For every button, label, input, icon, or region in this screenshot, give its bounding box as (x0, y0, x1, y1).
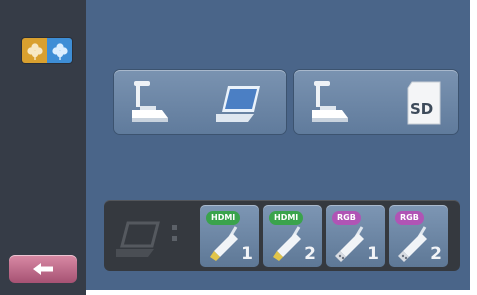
port-number: 1 (367, 244, 379, 264)
arrow-left-icon (33, 263, 53, 275)
laptop-icon (216, 86, 260, 122)
clover-icon (22, 38, 47, 63)
vga-plug-icon (335, 226, 364, 262)
port-number: 2 (304, 244, 316, 264)
camera-to-sd-button[interactable]: SD (294, 70, 458, 134)
sidebar (0, 0, 86, 295)
port-number: 2 (430, 244, 442, 264)
connector-dots (172, 225, 178, 247)
app-screen: SD HDMI 1 HDMI 2 RGB 1 RGB 2 (0, 0, 477, 295)
document-camera-icon (132, 81, 168, 122)
port-number: 1 (241, 244, 253, 264)
back-button[interactable] (9, 255, 77, 283)
hdmi-plug-icon (273, 226, 301, 261)
sd-card-label: SD (410, 100, 434, 118)
hdmi-plug-icon (210, 226, 238, 261)
camera-to-pc-button[interactable] (114, 70, 286, 134)
input-rgb-2-button[interactable]: RGB 2 (389, 205, 448, 267)
input-hdmi-2-button[interactable]: HDMI 2 (263, 205, 322, 267)
color-mode-button[interactable] (22, 38, 72, 63)
vga-plug-icon (398, 226, 427, 262)
input-hdmi-1-button[interactable]: HDMI 1 (200, 205, 259, 267)
snowflake-icon (47, 38, 72, 63)
input-rgb-1-button[interactable]: RGB 1 (326, 205, 385, 267)
document-camera-icon (312, 81, 348, 122)
laptop-icon (116, 221, 160, 257)
